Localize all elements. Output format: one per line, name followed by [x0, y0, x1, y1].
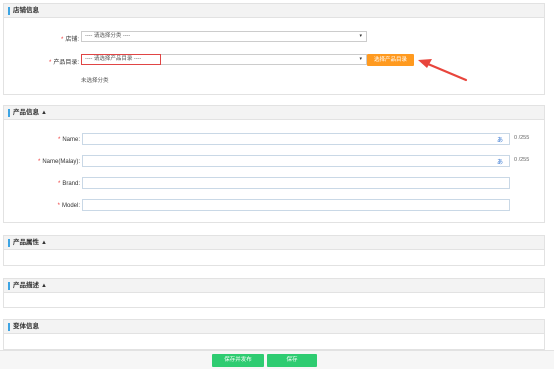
- name-malay-char-count: 0 /255: [514, 157, 530, 163]
- name-label: * Name:: [57, 137, 80, 143]
- product-description-panel: 产品描述 ▲: [3, 278, 545, 308]
- product-description-title: 产品描述: [13, 282, 39, 289]
- translate-icon[interactable]: あ: [497, 157, 503, 166]
- select-catalog-button[interactable]: 选择产品目录: [367, 54, 414, 66]
- unselected-hint: 未选择分类: [81, 78, 109, 84]
- name-malay-field[interactable]: あ: [82, 155, 510, 167]
- dropdown-arrow-icon: ▾: [359, 33, 362, 39]
- section-accent-bar: [8, 109, 10, 117]
- brand-field[interactable]: [82, 177, 510, 189]
- name-char-count: 0 /255: [514, 135, 530, 141]
- section-accent-bar: [8, 282, 10, 290]
- brand-label: * Brand:: [57, 181, 80, 187]
- caret-up-icon: ▲: [41, 283, 47, 289]
- save-and-publish-button[interactable]: 保存并发布: [212, 354, 264, 367]
- model-field[interactable]: [82, 199, 510, 211]
- section-accent-bar: [8, 239, 10, 247]
- store-select[interactable]: ---- 请选择分类 ---- ▾: [81, 31, 367, 42]
- dropdown-arrow-icon: ▾: [359, 56, 362, 62]
- bottom-action-bar: 保存并发布 保存: [0, 350, 554, 369]
- product-attributes-title: 产品属性: [13, 239, 39, 246]
- model-label: * Model:: [57, 203, 80, 209]
- translate-icon[interactable]: あ: [497, 135, 503, 144]
- product-attributes-panel: 产品属性 ▲: [3, 235, 545, 266]
- section-accent-bar: [8, 7, 10, 15]
- product-description-header[interactable]: 产品描述 ▲: [4, 279, 544, 293]
- caret-up-icon: ▲: [41, 240, 47, 246]
- catalog-label: * 产品目录:: [48, 60, 79, 66]
- store-info-header: 店铺信息: [4, 4, 544, 18]
- product-attributes-header[interactable]: 产品属性 ▲: [4, 236, 544, 250]
- catalog-select-highlight[interactable]: ---- 请选择产品目录 ----: [81, 54, 161, 65]
- name-malay-label: * Name(Malay):: [37, 159, 80, 165]
- product-info-title: 产品信息: [13, 109, 39, 116]
- caret-up-icon: ▲: [41, 110, 47, 116]
- product-info-header[interactable]: 产品信息 ▲: [4, 106, 544, 120]
- variant-info-header: 变体信息: [4, 320, 544, 334]
- store-info-title: 店铺信息: [13, 7, 39, 14]
- variant-info-panel: 变体信息: [3, 319, 545, 350]
- annotation-arrow-icon: [418, 59, 468, 82]
- variant-info-title: 变体信息: [13, 323, 39, 330]
- section-accent-bar: [8, 323, 10, 331]
- save-button[interactable]: 保存: [267, 354, 317, 367]
- name-field[interactable]: あ: [82, 133, 510, 145]
- store-label: * 店铺:: [60, 37, 79, 43]
